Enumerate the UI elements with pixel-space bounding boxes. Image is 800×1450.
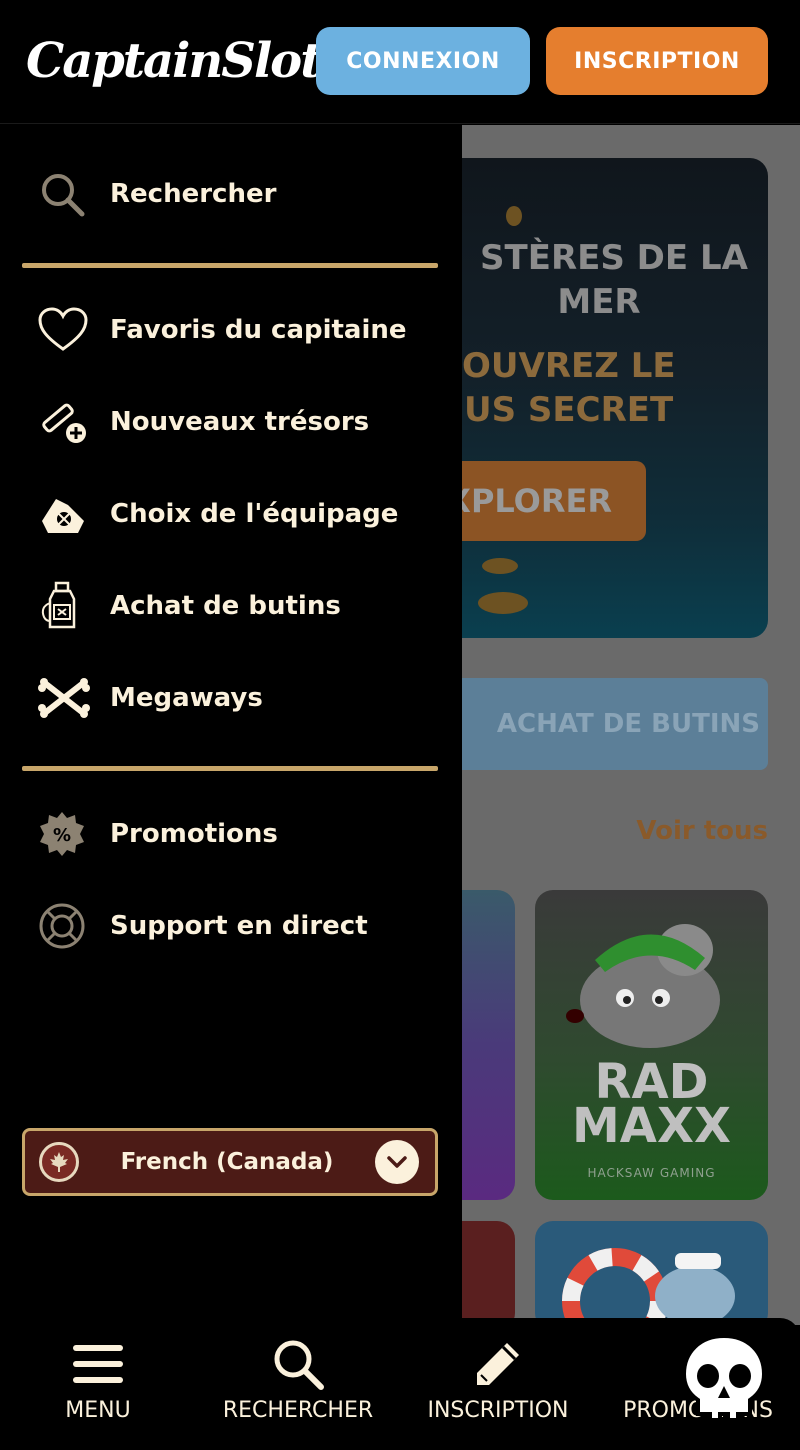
hero-subtitle-line-2: US SECRET	[464, 390, 674, 430]
mouse-character-icon	[566, 924, 720, 1048]
login-button[interactable]: CONNEXION	[316, 27, 530, 95]
new-scroll-icon	[22, 387, 102, 457]
nav-search-label: RECHERCHER	[222, 1398, 374, 1423]
hero-title-line-1: STÈRES DE LA	[480, 238, 748, 278]
crew-choice-icon	[22, 479, 102, 549]
side-menu-drawer: Rechercher Favoris du capitaine Nouveaux…	[0, 125, 462, 1325]
coin-decoration	[506, 206, 522, 226]
search-icon	[22, 159, 102, 229]
coin-decoration	[478, 592, 528, 614]
percent-badge-icon: %	[22, 799, 102, 869]
language-selected-label: French (Canada)	[120, 1149, 334, 1175]
menu-item-label: Choix de l'équipage	[110, 499, 399, 529]
drawer-search[interactable]: Rechercher	[22, 159, 438, 229]
game-title-line-2: MAXX	[572, 1098, 731, 1154]
potion-bottle-icon	[22, 571, 102, 641]
game-title: RAD MAXX	[535, 1058, 768, 1154]
game-tile[interactable]	[535, 1221, 768, 1331]
chevron-down-icon[interactable]	[375, 1140, 419, 1184]
top-header: CaptainSlots CONNEXION INSCRIPTION	[0, 0, 800, 124]
menu-item-megaways[interactable]: Megaways	[22, 663, 438, 733]
heart-icon	[22, 295, 102, 365]
hero-subtitle-line-1: OUVREZ LE	[462, 346, 676, 386]
pencil-icon	[473, 1336, 523, 1392]
canada-flag-icon	[39, 1142, 79, 1182]
menu-divider	[22, 766, 438, 771]
logo-text: CaptainSlots	[26, 33, 347, 89]
captainslots-logo[interactable]: CaptainSlots	[26, 26, 347, 96]
menu-item-label: Achat de butins	[110, 591, 341, 621]
game-provider: HACKSAW GAMING	[587, 1166, 716, 1180]
lifebuoy-icon	[22, 891, 102, 961]
see-all-link[interactable]: Voir tous	[636, 816, 768, 846]
search-icon	[271, 1336, 325, 1392]
menu-item-label: Megaways	[110, 683, 263, 713]
skull-chat-icon[interactable]	[676, 1330, 772, 1426]
game-tile-rad-maxx[interactable]: RAD MAXX HACKSAW GAMING	[535, 890, 768, 1200]
menu-item-loot-purchase[interactable]: Achat de butins	[22, 571, 438, 641]
svg-text:%: %	[53, 825, 71, 846]
hero-title-line-2: MER	[557, 282, 641, 322]
menu-item-label: Favoris du capitaine	[110, 315, 407, 345]
crossed-bones-icon	[22, 663, 102, 733]
hero-explore-button[interactable]: XPLORER	[430, 461, 646, 541]
menu-item-label: Nouveaux trésors	[110, 407, 370, 437]
hero-banner[interactable]: STÈRES DE LA MER OUVREZ LE US SECRET XPL…	[430, 158, 768, 638]
nav-menu-label: MENU	[65, 1398, 131, 1423]
menu-item-live-support[interactable]: Support en direct	[22, 891, 438, 961]
lifebuoy-shark-icon	[562, 1248, 735, 1331]
coin-decoration	[482, 558, 518, 574]
nav-register-label: INSCRIPTION	[427, 1398, 569, 1423]
menu-item-favorites[interactable]: Favoris du capitaine	[22, 295, 438, 365]
category-bar-loot[interactable]: ACHAT DE BUTINS	[430, 678, 768, 770]
menu-item-label: Support en direct	[110, 911, 368, 941]
hamburger-icon	[71, 1336, 125, 1392]
nav-register[interactable]: INSCRIPTION	[410, 1318, 586, 1450]
menu-item-promotions[interactable]: % Promotions	[22, 799, 438, 869]
menu-item-crew-choice[interactable]: Choix de l'équipage	[22, 479, 438, 549]
nav-menu[interactable]: MENU	[38, 1318, 158, 1450]
register-button[interactable]: INSCRIPTION	[546, 27, 768, 95]
language-selector[interactable]: French (Canada)	[22, 1128, 438, 1196]
menu-item-label: Promotions	[110, 819, 278, 849]
menu-divider	[22, 263, 438, 268]
nav-search[interactable]: RECHERCHER	[208, 1318, 388, 1450]
menu-item-new-treasures[interactable]: Nouveaux trésors	[22, 387, 438, 457]
drawer-search-label: Rechercher	[110, 179, 277, 209]
